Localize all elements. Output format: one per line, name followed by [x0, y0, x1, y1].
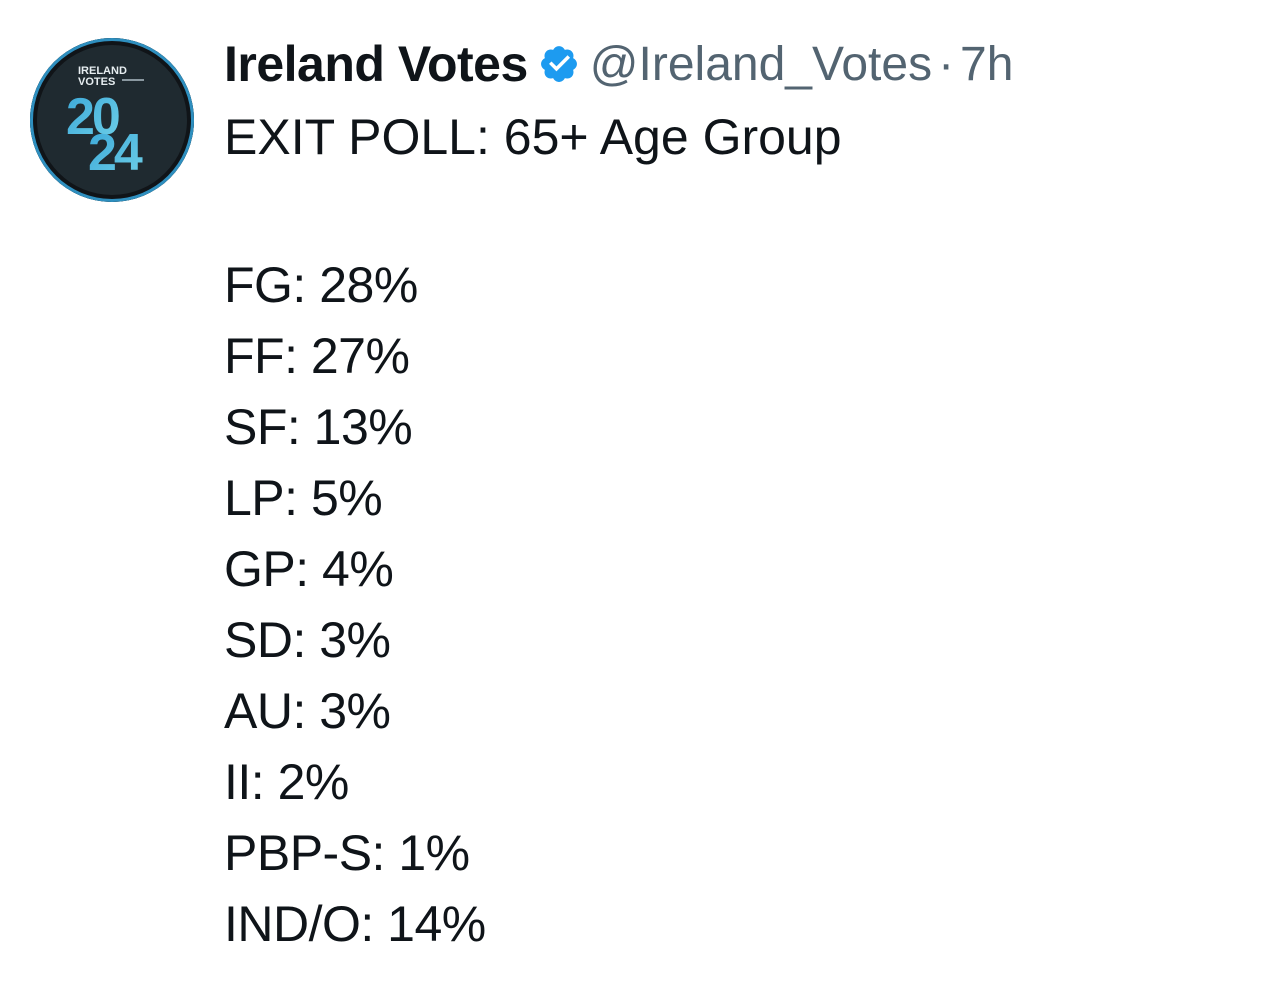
- author-avatar[interactable]: IRELAND VOTES 20 24: [30, 38, 194, 202]
- tweet-timestamp[interactable]: 7h: [960, 37, 1013, 92]
- result-line: GP: 4%: [224, 541, 394, 597]
- result-line: SF: 13%: [224, 399, 413, 455]
- header-separator: ·: [938, 37, 955, 91]
- result-line: AU: 3%: [224, 683, 391, 739]
- tweet-header: Ireland Votes @Ireland_Votes · 7h: [224, 34, 1013, 94]
- result-line: SD: 3%: [224, 612, 391, 668]
- tweet-headline: EXIT POLL: 65+ Age Group: [224, 109, 842, 165]
- result-line: IND/O: 14%: [224, 896, 486, 952]
- result-line: FF: 27%: [224, 328, 410, 384]
- result-line: II: 2%: [224, 754, 349, 810]
- avatar-logo-line: [122, 79, 144, 81]
- author-name[interactable]: Ireland Votes: [224, 35, 528, 93]
- result-line: LP: 5%: [224, 470, 383, 526]
- verified-badge-icon[interactable]: [538, 43, 580, 85]
- poll-results-list: FG: 28% FF: 27% SF: 13% LP: 5% GP: 4% SD…: [224, 250, 486, 960]
- avatar-year-bottom: 24: [88, 124, 143, 182]
- author-handle[interactable]: @Ireland_Votes: [590, 37, 932, 92]
- result-line: FG: 28%: [224, 257, 418, 313]
- result-line: PBP-S: 1%: [224, 825, 470, 881]
- avatar-logo: IRELAND VOTES 20 24: [66, 65, 146, 182]
- avatar-text-line2: VOTES: [78, 76, 115, 88]
